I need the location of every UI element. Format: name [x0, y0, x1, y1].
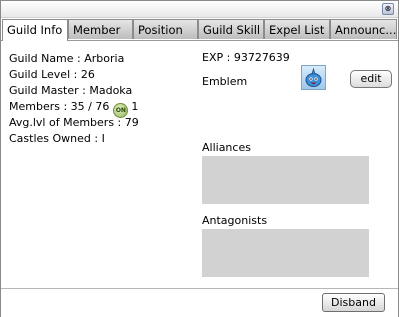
edit-emblem-button[interactable]: edit	[350, 70, 392, 88]
guild-master: Guild Master : Madoka	[9, 84, 133, 97]
close-icon[interactable]: ⊗	[382, 3, 394, 15]
emblem-icon	[301, 65, 326, 90]
emblem-label: Emblem	[202, 75, 248, 88]
members-row: Members : 35 / 76 ON 1	[9, 99, 139, 118]
castles-owned: Castles Owned : I	[9, 132, 105, 145]
members-count: Members : 35 / 76	[9, 100, 110, 113]
title-bar[interactable]: ⊗	[1, 1, 398, 18]
disband-button[interactable]: Disband	[322, 293, 385, 312]
guild-window: ⊗ Guild Info Member Position Guild Skill…	[0, 0, 399, 317]
tab-expel-list[interactable]: Expel List	[264, 19, 330, 39]
guild-info-panel: Guild Name : Arboria Guild Level : 26 Gu…	[9, 51, 139, 147]
guild-name: Guild Name : Arboria	[9, 52, 125, 65]
tab-guild-info[interactable]: Guild Info	[2, 19, 68, 41]
alliances-label: Alliances	[202, 141, 251, 154]
alliances-list[interactable]	[202, 156, 369, 204]
guild-exp: EXP : 93727639	[202, 51, 290, 64]
tab-guild-skill[interactable]: Guild Skill	[198, 19, 264, 39]
avg-level: Avg.lvl of Members : 79	[9, 116, 139, 129]
tab-bar: Guild Info Member Position Guild Skill E…	[1, 18, 398, 41]
antagonists-list[interactable]	[202, 229, 369, 277]
online-count: 1	[131, 100, 139, 113]
tab-position[interactable]: Position	[133, 19, 198, 39]
tab-member[interactable]: Member	[68, 19, 133, 39]
guild-level: Guild Level : 26	[9, 68, 95, 81]
antagonists-label: Antagonists	[202, 214, 268, 227]
footer-bar: Disband	[1, 288, 398, 317]
tab-announcement[interactable]: Announc...	[330, 19, 397, 39]
